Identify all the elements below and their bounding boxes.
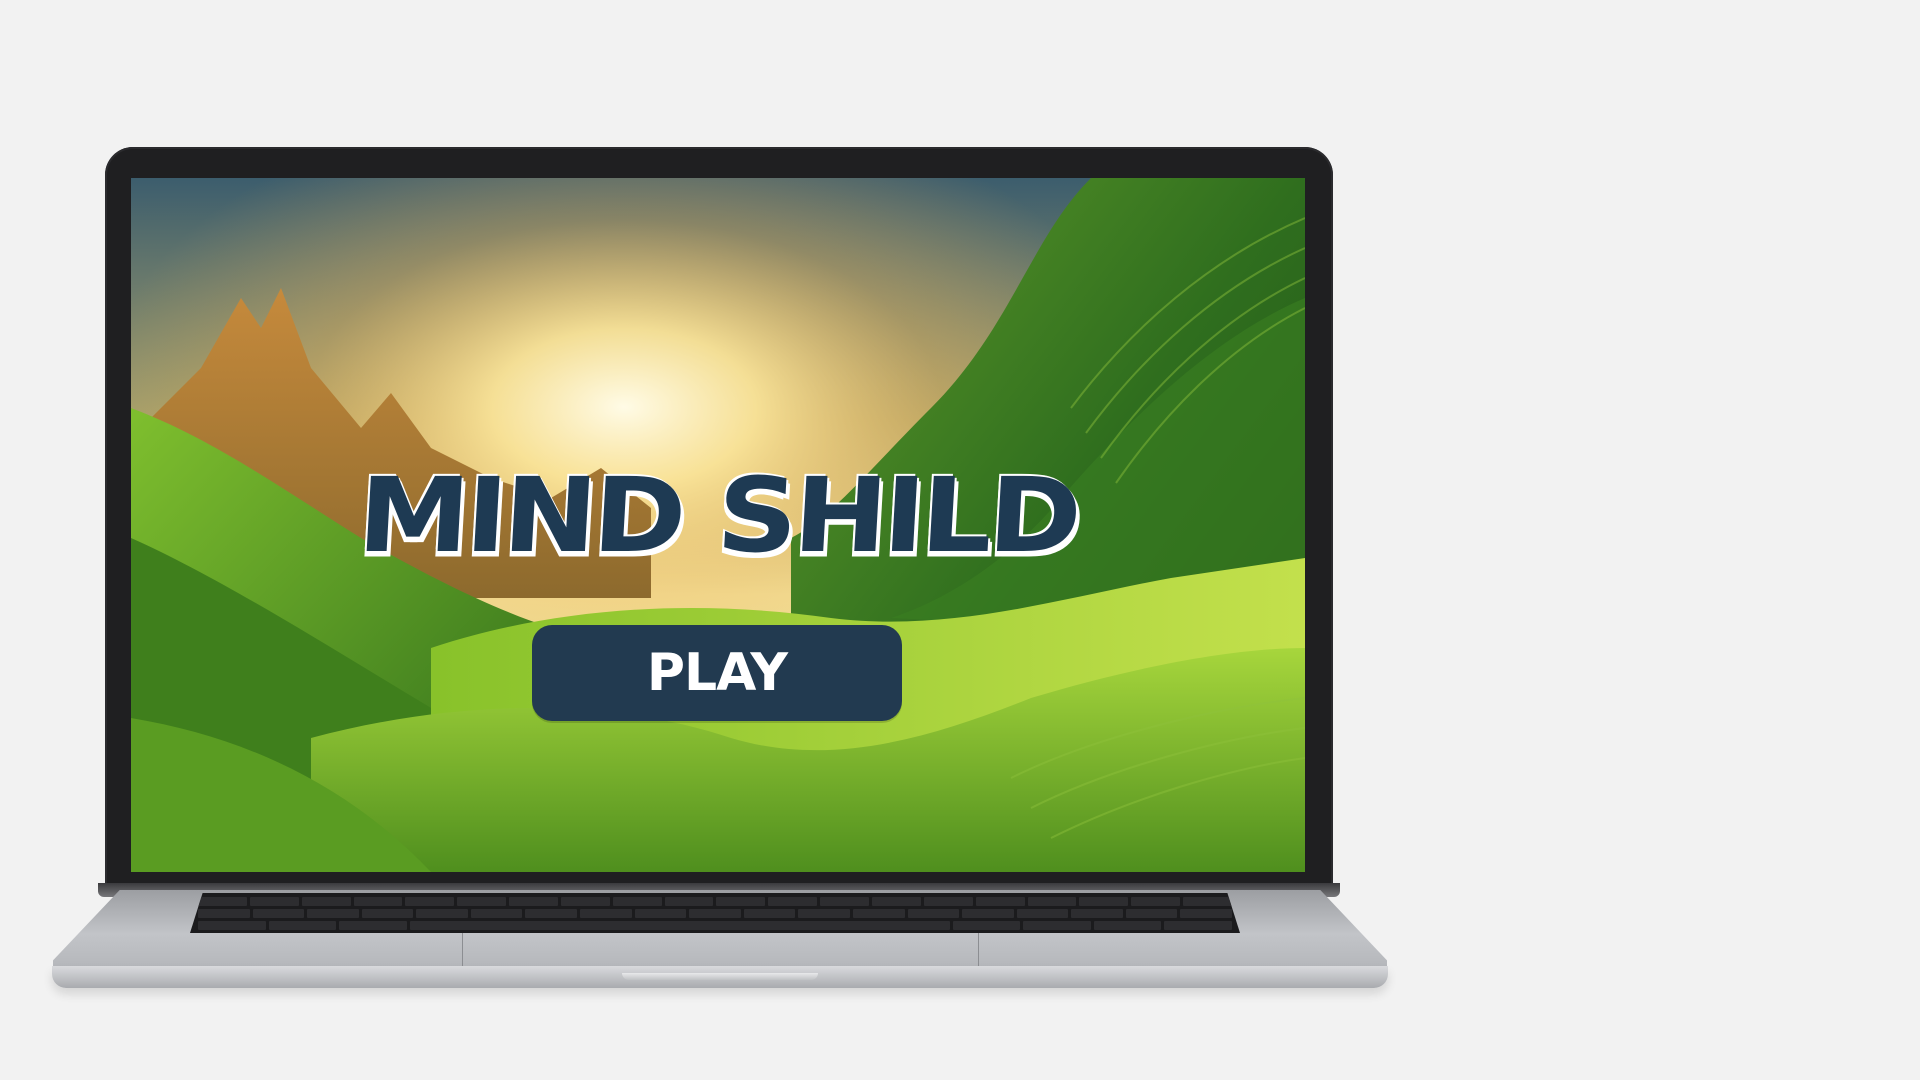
game-screen: MIND SHILD PLAY	[131, 178, 1305, 872]
play-button-label: PLAY	[646, 643, 788, 703]
keyboard-row	[198, 921, 1232, 930]
page-background: MIND SHILD PLAY	[0, 0, 1920, 1080]
play-button[interactable]: PLAY	[532, 625, 902, 721]
keyboard-row	[198, 909, 1232, 918]
game-title: MIND SHILD	[354, 456, 1082, 576]
trackpad	[462, 933, 979, 969]
laptop-lid-notch	[622, 973, 818, 980]
keyboard	[190, 893, 1240, 933]
keyboard-row	[198, 897, 1232, 906]
